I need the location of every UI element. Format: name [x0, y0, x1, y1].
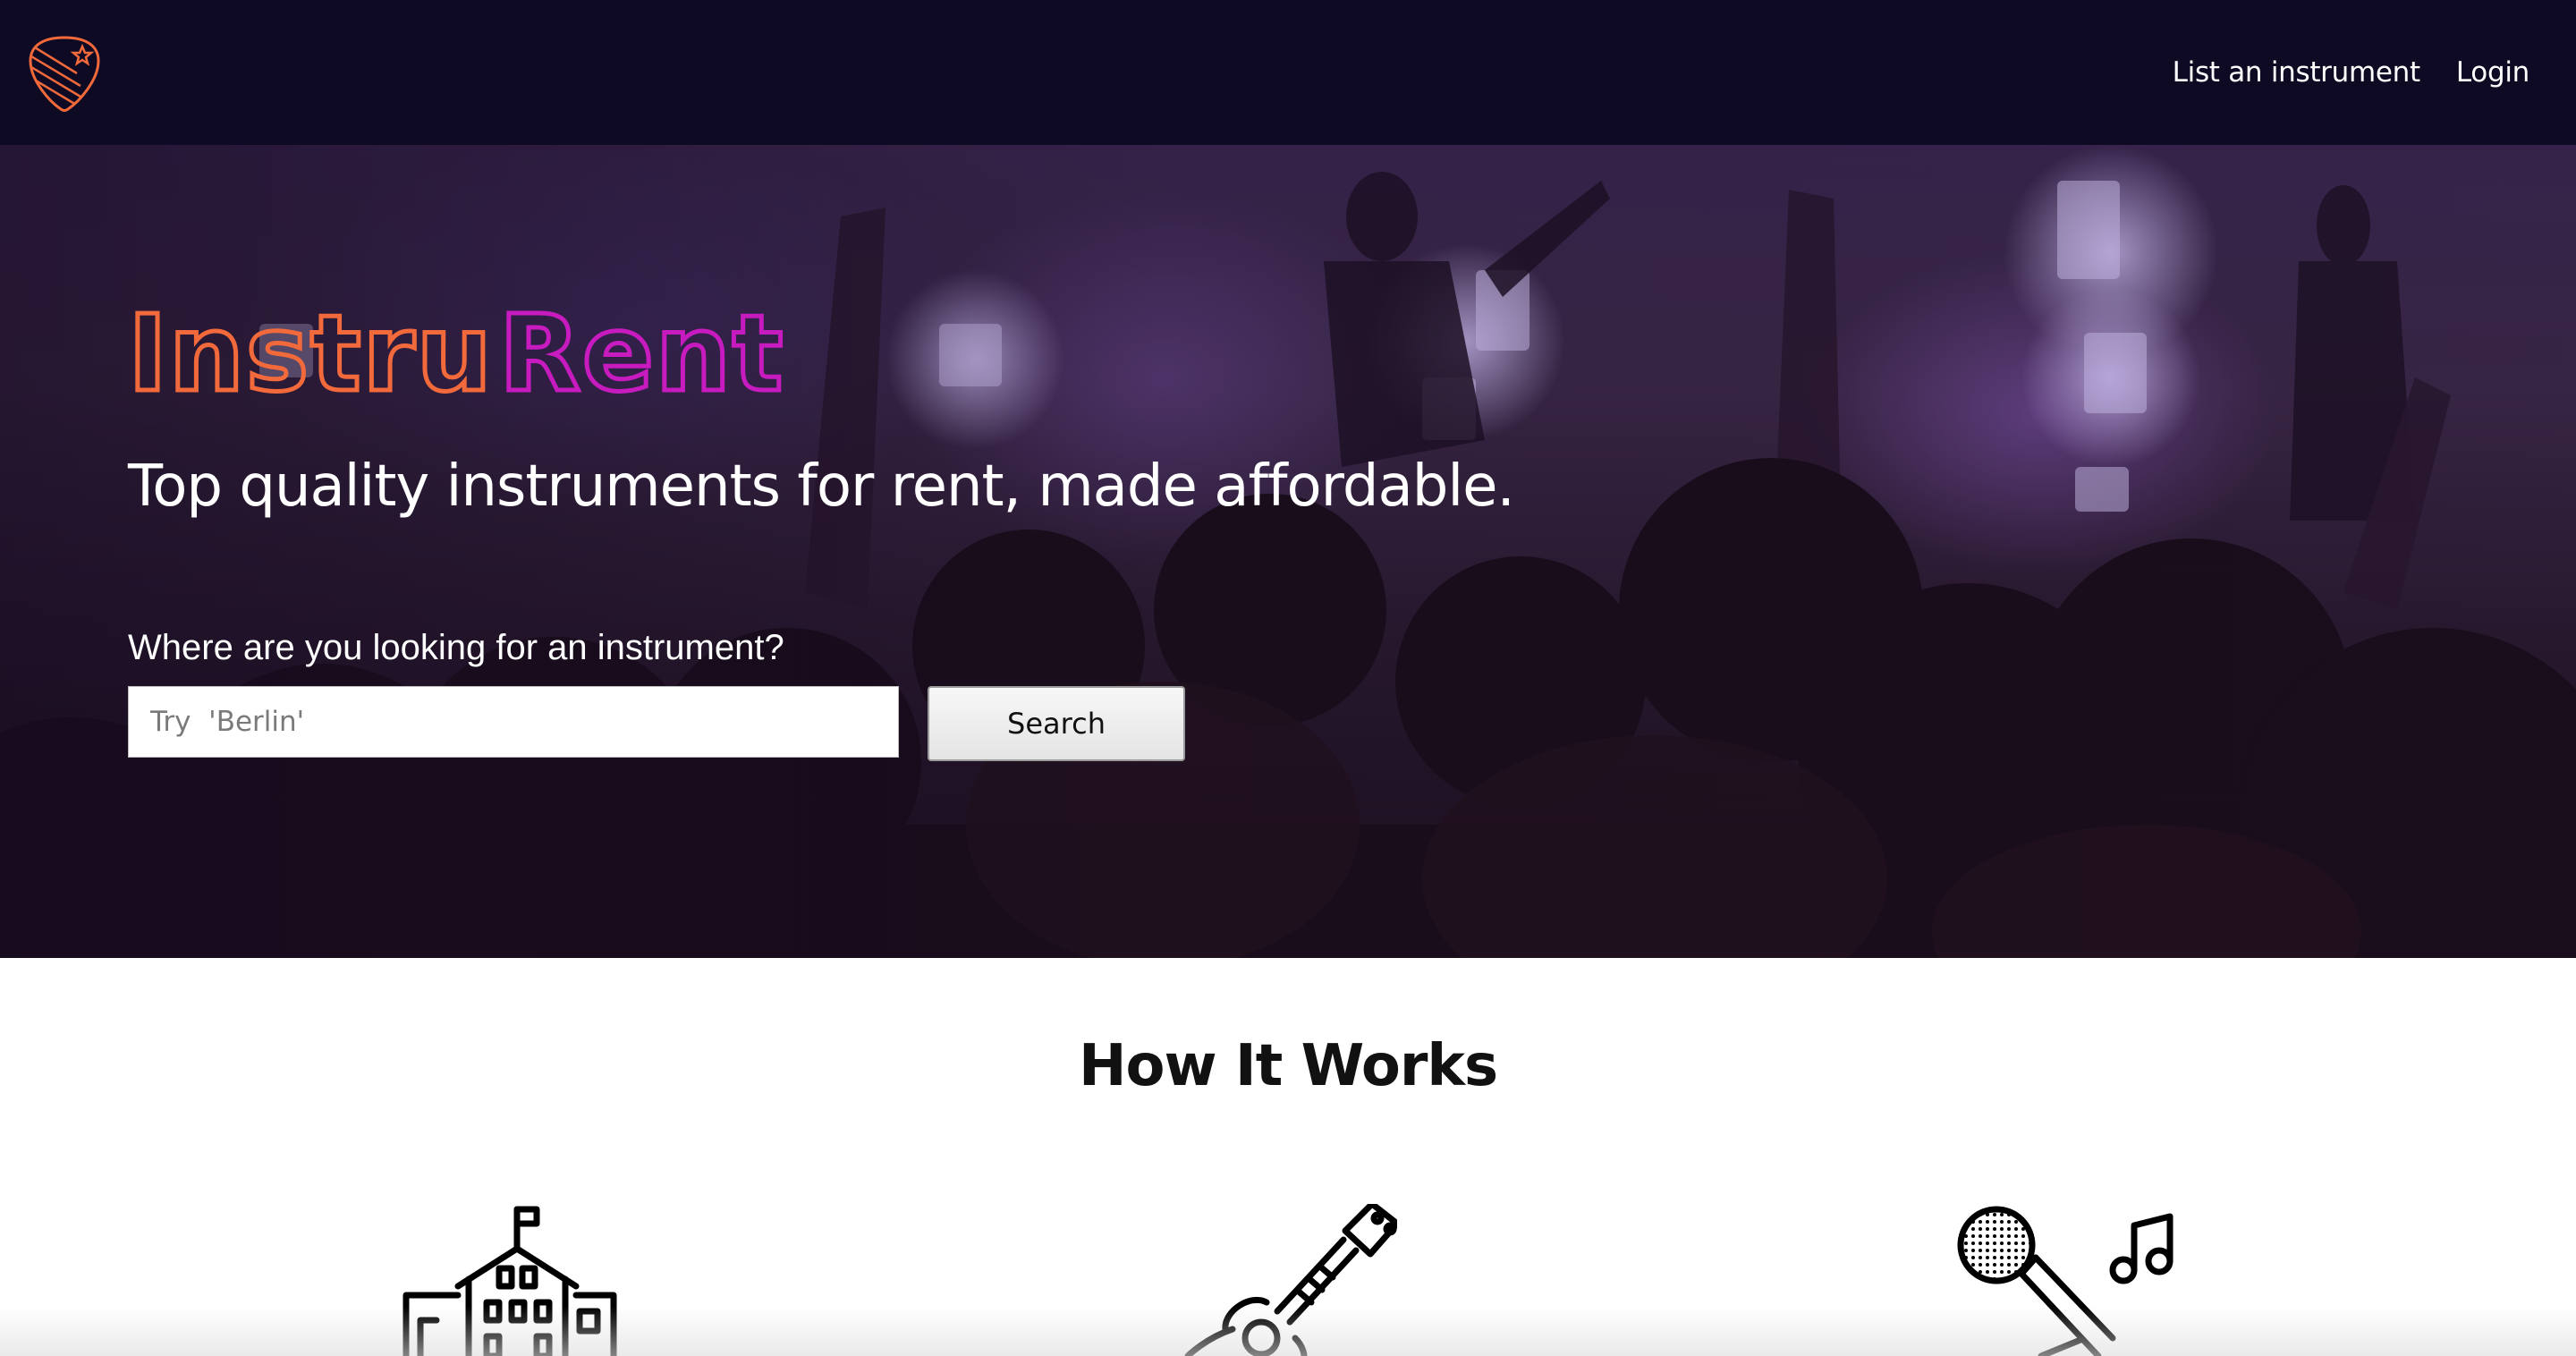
microphone-music-icon — [1957, 1206, 2174, 1356]
hero-banner: Instru Rent Top quality instruments for … — [0, 145, 2576, 958]
search-label: Where are you looking for an instrument? — [128, 628, 784, 667]
top-navbar: List an instrument Login — [0, 0, 2576, 145]
hero-overlay — [0, 145, 2576, 958]
building-icon — [402, 1206, 617, 1356]
search-button[interactable]: Search — [928, 686, 1185, 761]
brand-part1: Instru — [128, 292, 494, 406]
instrurent-brand-logo: Instru Rent — [128, 290, 785, 406]
guitar-pick-icon[interactable] — [27, 34, 102, 113]
login-link[interactable]: Login — [2456, 56, 2529, 89]
location-search-input[interactable] — [128, 686, 899, 758]
list-instrument-link[interactable]: List an instrument — [2173, 56, 2420, 89]
guitar-icon — [1184, 1204, 1397, 1356]
how-it-works-section: How It Works — [0, 958, 2576, 1356]
hero-tagline: Top quality instruments for rent, made a… — [128, 453, 1515, 520]
how-it-works-title: How It Works — [1078, 1033, 1498, 1099]
brand-part2: Rent — [499, 292, 784, 406]
nav-links: List an instrument Login — [2173, 0, 2530, 145]
